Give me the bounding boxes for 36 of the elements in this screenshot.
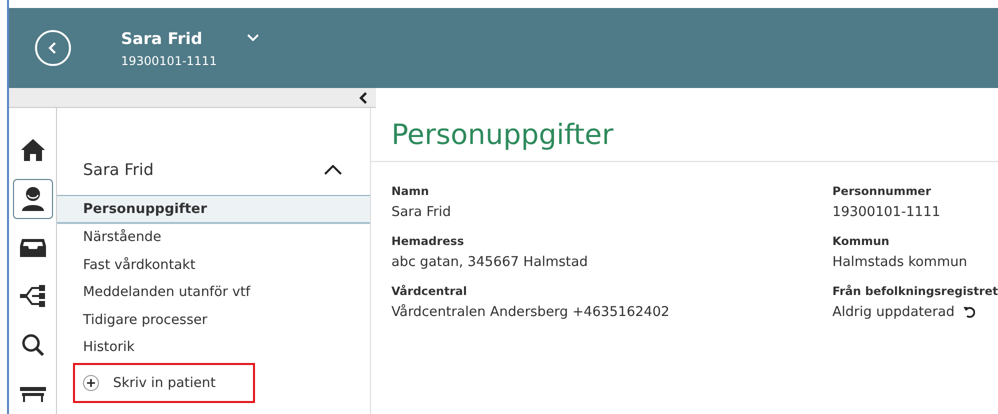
section-title: Sara Frid [83, 160, 154, 179]
nav-item[interactable]: Historik [57, 334, 370, 361]
field-label: Kommun [832, 234, 890, 248]
person-button[interactable] [12, 178, 52, 220]
nav-item[interactable]: Fast vårdkontakt [57, 251, 370, 278]
personal-number: 19300101-1111 [121, 54, 217, 68]
field-value: Vårdcentralen Andersberg +4635162402 [391, 304, 670, 320]
field-value: Halmstads kommun [832, 254, 968, 270]
field-value: 19300101-1111 [832, 204, 940, 220]
nav-item[interactable]: Närstående [57, 224, 370, 251]
nav-item[interactable]: Meddelanden utanför vtf [57, 278, 370, 306]
home-icon [20, 138, 46, 162]
collapse-icon[interactable] [359, 92, 368, 104]
field-label: Från befolkningsregistret [832, 284, 998, 298]
inbox-icon [18, 238, 46, 258]
field-label: Namn [391, 184, 430, 198]
chevron-down-icon[interactable] [246, 34, 259, 42]
field-label: Personnummer [832, 184, 932, 198]
chevron-up-icon[interactable] [324, 164, 342, 174]
person-icon [20, 186, 44, 212]
search-icon [20, 333, 44, 358]
refresh-icon[interactable] [962, 306, 975, 318]
field-label: Hemadress [391, 234, 465, 248]
nav-item[interactable]: Tidigare processer [57, 306, 370, 334]
nav-item[interactable]: Personuppgifter [57, 196, 370, 224]
field-value: abc gatan, 345667 Halmstad [391, 254, 588, 270]
page-title: Personuppgifter [371, 108, 998, 162]
back-button[interactable] [35, 30, 71, 66]
hierarchy-icon [18, 284, 46, 308]
plus-icon [83, 375, 99, 391]
bed-icon [18, 386, 46, 402]
action-link[interactable]: Skriv in patient [75, 365, 253, 401]
field-value: Sara Frid [391, 204, 451, 220]
patient-name: Sara Frid [121, 28, 204, 48]
field-label: Vårdcentral [391, 284, 468, 298]
field-value: Aldrig uppdaterad [832, 304, 955, 320]
